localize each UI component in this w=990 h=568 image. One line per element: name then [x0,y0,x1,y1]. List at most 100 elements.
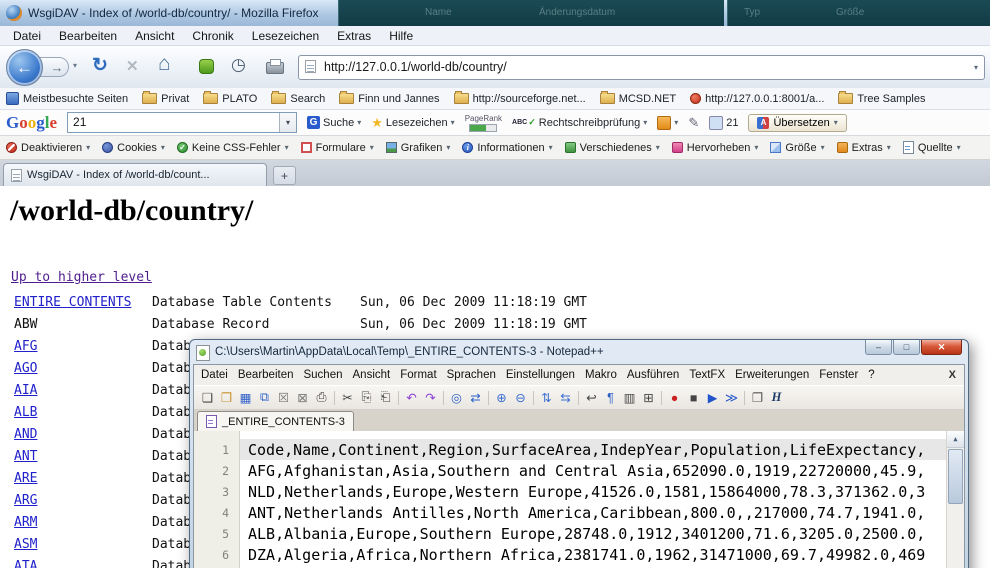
active-tab[interactable]: WsgiDAV - Index of /world-db/count... [3,163,267,186]
new-file-icon[interactable]: ❏ [199,389,216,406]
indent-guide-icon[interactable]: ▥ [621,389,638,406]
entry-link[interactable]: ALB [14,402,152,424]
google-bookmarks-button[interactable]: ★ Lesezeichen ▾ [371,115,454,131]
html-preview-icon[interactable]: H [768,389,785,406]
back-button[interactable]: ← [6,49,43,86]
npp-menu-fenster[interactable]: Fenster [814,369,863,381]
npp-menu-suchen[interactable]: Suchen [298,369,347,381]
editor-area[interactable]: 1 Code,Name,Continent,Region,SurfaceArea… [194,431,964,568]
entry-link[interactable]: ANT [14,446,152,468]
sync-horizontal-icon[interactable]: ⇆ [557,389,574,406]
stop-button[interactable]: ✕ [126,57,139,75]
sync-vertical-icon[interactable]: ⇅ [538,389,555,406]
bookmark-folder-privat[interactable]: Privat [142,93,189,105]
npp-menu-makro[interactable]: Makro [580,369,622,381]
bookmark-most-visited[interactable]: Meistbesuchte Seiten [6,92,128,105]
devbar-tools[interactable]: Extras ▾ [837,142,891,154]
menu-ansicht[interactable]: Ansicht [126,26,183,46]
pagerank-widget[interactable]: PageRank [465,114,502,132]
devbar-cookies[interactable]: Cookies ▾ [102,142,165,154]
copy-icon[interactable]: ⎘ [358,389,375,406]
scroll-up-icon[interactable]: ▲ [947,431,964,448]
highlight-counter[interactable]: 21 [709,116,738,130]
new-tab-button[interactable]: + [273,166,296,185]
npp-menu-erweiterungen[interactable]: Erweiterungen [730,369,814,381]
history-dropdown-icon[interactable]: ▾ [73,61,77,70]
translate-button[interactable]: A Übersetzen ▾ [748,114,846,132]
addon-leaf-icon[interactable] [199,59,214,74]
devbar-resize[interactable]: Größe ▾ [770,142,824,154]
devbar-viewsource[interactable]: Quellte ▾ [903,141,961,154]
save-all-icon[interactable]: ⧉ [256,389,273,406]
forward-button[interactable]: → [39,57,69,77]
entry-link[interactable]: ATA [14,556,152,568]
npp-menu-help[interactable]: ? [863,369,879,381]
redo-icon[interactable]: ↷ [422,389,439,406]
history-clock-icon[interactable]: ◷ [231,55,246,75]
bookmark-folder-plato[interactable]: PLATO [203,93,257,105]
devbar-outline[interactable]: Hervorheben ▾ [672,142,759,154]
paste-icon[interactable]: ⎗ [377,389,394,406]
npp-menu-textfx[interactable]: TextFX [684,369,730,381]
stop-macro-icon[interactable]: ■ [685,389,702,406]
home-button[interactable]: ⌂ [158,52,171,76]
devbar-forms[interactable]: Formulare ▾ [301,142,374,154]
npp-menu-ausfuehren[interactable]: Ausführen [622,369,684,381]
entry-link[interactable]: ARE [14,468,152,490]
autofill-button[interactable]: ▾ [657,116,678,130]
reload-button[interactable]: ↻ [92,54,108,77]
url-dropdown-icon[interactable]: ▾ [974,63,978,72]
menu-datei[interactable]: Datei [4,26,50,46]
menu-bearbeiten[interactable]: Bearbeiten [50,26,126,46]
entry-link[interactable]: ENTIRE CONTENTS [14,292,152,314]
entry-link[interactable]: AND [14,424,152,446]
run-multi-icon[interactable]: ≫ [723,389,740,406]
document-close-x[interactable]: X [949,369,956,381]
npp-menu-ansicht[interactable]: Ansicht [348,369,396,381]
menu-chronik[interactable]: Chronik [183,26,242,46]
user-panel-icon[interactable]: ⊞ [640,389,657,406]
editor-scrollbar[interactable]: ▲ [946,431,964,568]
npp-menu-einstellungen[interactable]: Einstellungen [501,369,580,381]
replace-icon[interactable]: ⇄ [467,389,484,406]
spellcheck-button[interactable]: ABC ✓ Rechtschreibprüfung ▾ [512,117,647,129]
menu-extras[interactable]: Extras [328,26,380,46]
google-search-value[interactable]: 21 [68,113,279,132]
close-file-icon[interactable]: ☒ [275,389,292,406]
npp-menu-sprachen[interactable]: Sprachen [442,369,501,381]
minimize-button[interactable]: – [865,340,892,355]
undo-icon[interactable]: ↶ [403,389,420,406]
npp-menu-bearbeiten[interactable]: Bearbeiten [233,369,299,381]
devbar-information[interactable]: i Informationen ▾ [462,142,552,154]
bookmark-folder-tree-samples[interactable]: Tree Samples [838,93,925,105]
entry-link[interactable]: ARG [14,490,152,512]
word-wrap-icon[interactable]: ↩ [583,389,600,406]
entry-link[interactable]: ASM [14,534,152,556]
search-dropdown-icon[interactable]: ▾ [279,113,296,132]
print-icon[interactable]: ⎙ [313,389,330,406]
maximize-button[interactable]: □ [893,340,920,355]
notepadpp-titlebar[interactable]: C:\Users\Martin\AppData\Local\Temp\_ENTI… [193,340,965,364]
npp-menu-datei[interactable]: Datei [196,369,233,381]
entry-link[interactable]: AIA [14,380,152,402]
play-macro-icon[interactable]: ▶ [704,389,721,406]
google-search-box[interactable]: 21 ▾ [67,112,297,133]
up-to-higher-level-link[interactable]: Up to higher level [11,270,152,285]
find-icon[interactable]: ◎ [448,389,465,406]
close-button[interactable]: ✕ [921,340,962,355]
entry-link[interactable]: AGO [14,358,152,380]
devbar-images[interactable]: Grafiken ▾ [386,142,451,154]
show-symbols-icon[interactable]: ¶ [602,389,619,406]
menu-hilfe[interactable]: Hilfe [380,26,422,46]
devbar-css[interactable]: ✓ Keine CSS-Fehler ▾ [177,142,289,154]
entry-link[interactable]: ARM [14,512,152,534]
bookmark-localhost-8001[interactable]: http://127.0.0.1:8001/a... [690,93,824,105]
bookmark-folder-search[interactable]: Search [271,93,325,105]
npp-menu-format[interactable]: Format [395,369,441,381]
document-tab[interactable]: _ENTIRE_CONTENTS-3 [197,411,354,431]
record-macro-icon[interactable]: ● [666,389,683,406]
fullscreen-icon[interactable]: ❐ [749,389,766,406]
zoom-in-icon[interactable]: ⊕ [493,389,510,406]
devbar-disable[interactable]: Deaktivieren ▾ [6,142,90,154]
print-button[interactable] [266,62,284,74]
